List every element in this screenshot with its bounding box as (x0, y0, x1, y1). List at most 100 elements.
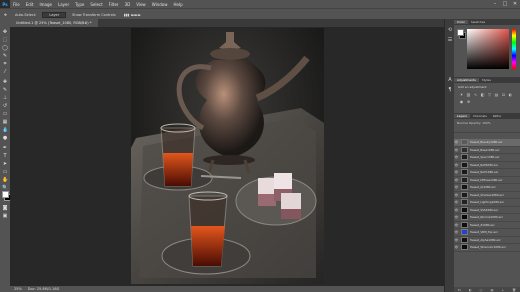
levels-icon[interactable]: ▥ (466, 92, 471, 97)
menu-file[interactable]: File (10, 2, 23, 7)
blur-tool-icon[interactable]: 💧 (2, 127, 8, 133)
layer-row[interactable]: 👁 Teaset_SSS1080.exr (454, 206, 520, 214)
eyedropper-tool-icon[interactable]: ⁄ (2, 69, 8, 75)
auto-select-dropdown[interactable]: Layer (42, 11, 67, 18)
maximize-icon[interactable]: □ (500, 1, 510, 7)
foreground-color-chip[interactable] (457, 29, 464, 36)
move-tool-icon[interactable]: ✥ (2, 29, 8, 35)
screen-mode-icon[interactable]: ▣ (2, 213, 8, 219)
menu-help[interactable]: Help (170, 2, 185, 7)
menu-filter[interactable]: Filter (106, 2, 122, 7)
layer-row[interactable]: 👁 Teaset_Lighting1080.exr (454, 199, 520, 207)
paragraph-icon[interactable]: ¶ (447, 87, 453, 93)
layer-row[interactable]: 👁 Teaset_Normal1080.exr (454, 214, 520, 222)
layer-row[interactable]: 👁 Teaset_Spec1080.exr (454, 154, 520, 162)
layer-blend-controls[interactable]: Normal Opacity: 100% (454, 119, 520, 133)
black-white-icon[interactable]: ◐ (508, 92, 513, 97)
close-icon[interactable]: ✕ (510, 1, 520, 7)
quick-select-tool-icon[interactable]: ✎ (2, 53, 8, 59)
visibility-eye-icon[interactable]: 👁 (454, 245, 459, 249)
tab-swatches[interactable]: Swatches (468, 20, 488, 24)
curves-icon[interactable]: ∿ (473, 92, 478, 97)
layer-row[interactable]: 👁 Teaset_Diffuse1080.exr (454, 176, 520, 184)
minimize-icon[interactable]: – (490, 1, 500, 7)
layer-row[interactable]: 👁 Teaset_Alpha1080.exr (454, 236, 520, 244)
menu-image[interactable]: Image (36, 2, 55, 7)
tab-channels[interactable]: Channels (470, 114, 490, 118)
layer-row[interactable]: 👁 Teaset_Wirecolor1080.exr (454, 244, 520, 252)
menu-view[interactable]: View (133, 2, 149, 7)
visibility-eye-icon[interactable]: 👁 (454, 208, 459, 212)
tab-adjustments[interactable]: Adjustments (454, 78, 479, 82)
group-icon[interactable]: ▤ (491, 288, 494, 292)
visibility-eye-icon[interactable]: 👁 (454, 230, 459, 234)
gradient-tool-icon[interactable]: ▦ (2, 119, 8, 125)
canvas-image[interactable] (131, 28, 324, 284)
new-layer-icon[interactable]: + (502, 288, 505, 292)
healing-brush-tool-icon[interactable]: ✚ (2, 79, 8, 85)
visibility-eye-icon[interactable]: 👁 (454, 215, 459, 219)
menu-type[interactable]: Type (72, 2, 87, 7)
vibrance-icon[interactable]: ▽ (487, 92, 492, 97)
show-transform-checkbox[interactable]: Show Transform Controls (68, 13, 120, 17)
zoom-level[interactable]: 25% (14, 287, 22, 291)
tab-color[interactable]: Color (454, 20, 468, 24)
color-balance-icon[interactable]: ⚖ (501, 92, 506, 97)
menu-select[interactable]: Select (87, 2, 105, 7)
exposure-icon[interactable]: ◧ (480, 92, 485, 97)
layer-row[interactable]: 👁 Teaset_GI1080.exr (454, 184, 520, 192)
layer-row[interactable]: 👁 Teaset_Shadow1080.exr (454, 191, 520, 199)
layer-row[interactable]: 👁 Teaset_Beauty1080.exr (454, 139, 520, 147)
clone-stamp-tool-icon[interactable]: ⊥ (2, 95, 8, 101)
properties-icon[interactable]: ☰ (447, 37, 453, 43)
visibility-eye-icon[interactable]: 👁 (454, 238, 459, 242)
auto-select-checkbox[interactable]: Auto-Select: (11, 13, 40, 17)
menu-window[interactable]: Window (149, 2, 171, 7)
adjustment-layer-icon[interactable]: ◐ (469, 288, 472, 292)
visibility-eye-icon[interactable]: 👁 (454, 193, 459, 197)
crop-tool-icon[interactable]: ⌗ (2, 61, 8, 67)
tab-styles[interactable]: Styles (479, 78, 494, 82)
hue-slider[interactable] (512, 29, 516, 69)
menu-edit[interactable]: Edit (23, 2, 37, 7)
layer-row[interactable]: 👁 Teaset_Base1080.exr (454, 146, 520, 154)
hue-saturation-icon[interactable]: ▤ (494, 92, 499, 97)
history-icon[interactable]: ⟲ (447, 27, 453, 33)
brightness-icon[interactable]: ☀ (459, 92, 464, 97)
layer-row[interactable]: 👁 Teaset_Refr1080.exr (454, 169, 520, 177)
move-tool-icon[interactable]: ✥ (0, 13, 11, 17)
dodge-tool-icon[interactable]: ● (2, 135, 8, 141)
history-brush-tool-icon[interactable]: ↺ (2, 103, 8, 109)
path-select-tool-icon[interactable]: ➤ (2, 161, 8, 167)
photo-filter-icon[interactable]: ◉ (459, 99, 464, 104)
layer-row[interactable]: 👁 Teaset_Z1080.exr (454, 221, 520, 229)
tab-paths[interactable]: Paths (490, 114, 504, 118)
quick-mask-icon[interactable]: ◙ (2, 205, 8, 211)
brush-tool-icon[interactable]: ✎ (2, 87, 8, 93)
align-icons[interactable]: ▮▮▮ ▬▬▬ (120, 13, 145, 17)
menu-3d[interactable]: 3D (122, 2, 134, 7)
layer-row[interactable]: 👁 Teaset_Refl1080.exr (454, 161, 520, 169)
lasso-tool-icon[interactable]: ◯ (2, 45, 8, 51)
visibility-eye-icon[interactable]: 👁 (454, 155, 459, 159)
type-tool-icon[interactable]: T (2, 153, 8, 159)
visibility-eye-icon[interactable]: 👁 (454, 140, 459, 144)
tab-layers[interactable]: Layers (454, 114, 470, 118)
layer-row[interactable]: 👁 Teaset_VRM_Tex.exr (454, 229, 520, 237)
visibility-eye-icon[interactable]: 👁 (454, 200, 459, 204)
menu-layer[interactable]: Layer (55, 2, 72, 7)
document-tab[interactable]: Untitled-1 @ 25% (Teaset_1080, RGB/8#) * (10, 19, 98, 27)
channel-mixer-icon[interactable]: ⊕ (466, 99, 471, 104)
visibility-eye-icon[interactable]: 👁 (454, 163, 459, 167)
visibility-eye-icon[interactable]: 👁 (454, 148, 459, 152)
color-picker-field[interactable] (467, 29, 509, 69)
visibility-eye-icon[interactable]: 👁 (454, 170, 459, 174)
foreground-color-swatch[interactable] (2, 191, 9, 198)
eraser-tool-icon[interactable]: ▭ (2, 111, 8, 117)
character-icon[interactable]: A (447, 77, 453, 83)
visibility-eye-icon[interactable]: 👁 (454, 185, 459, 189)
trash-icon[interactable]: 🗑 (512, 288, 516, 292)
layer-mask-icon[interactable]: ▢ (480, 288, 483, 292)
pen-tool-icon[interactable]: ✒ (2, 145, 8, 151)
visibility-eye-icon[interactable]: 👁 (454, 178, 459, 182)
